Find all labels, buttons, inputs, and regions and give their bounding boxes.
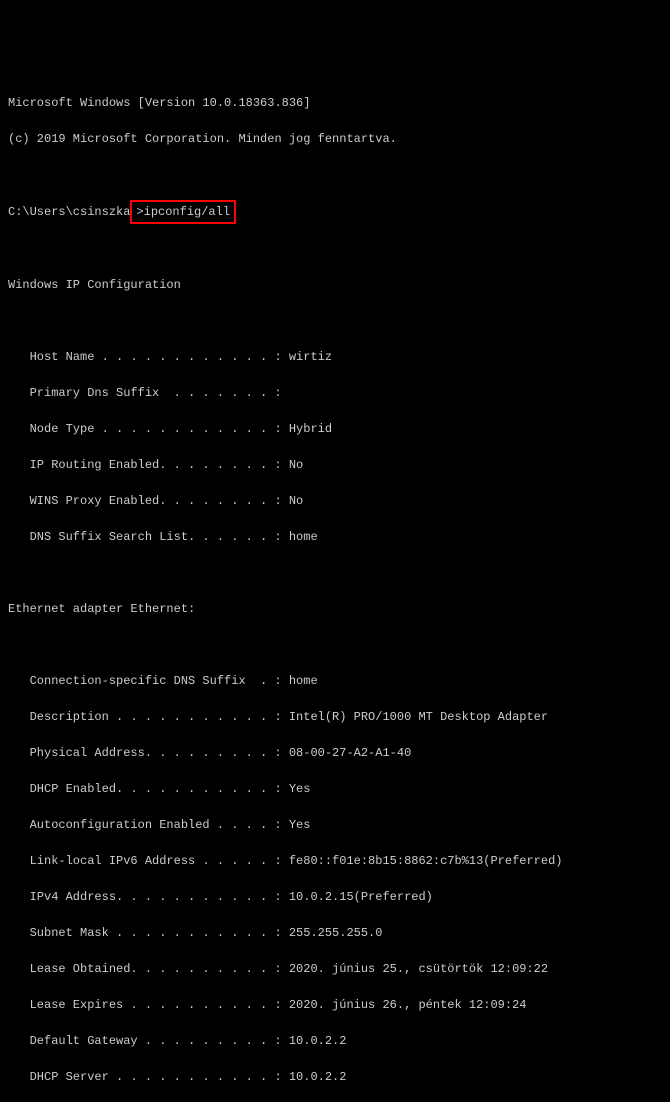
version-line: Microsoft Windows [Version 10.0.18363.83… bbox=[8, 94, 662, 112]
ipconfig-primary-dns-suffix: Primary Dns Suffix . . . . . . . : bbox=[8, 384, 662, 402]
eth-autoconfig-enabled: Autoconfiguration Enabled . . . . : Yes bbox=[8, 816, 662, 834]
ipconfig-dns-suffix-list: DNS Suffix Search List. . . . . . : home bbox=[8, 528, 662, 546]
eth-lease-expires: Lease Expires . . . . . . . . . . : 2020… bbox=[8, 996, 662, 1014]
copyright-line: (c) 2019 Microsoft Corporation. Minden j… bbox=[8, 130, 662, 148]
eth-description: Description . . . . . . . . . . . : Inte… bbox=[8, 708, 662, 726]
ipconfig-node-type: Node Type . . . . . . . . . . . . : Hybr… bbox=[8, 420, 662, 438]
eth-dhcp-server: DHCP Server . . . . . . . . . . . : 10.0… bbox=[8, 1068, 662, 1086]
ipconfig-host-name: Host Name . . . . . . . . . . . . : wirt… bbox=[8, 348, 662, 366]
eth-lease-obtained: Lease Obtained. . . . . . . . . . : 2020… bbox=[8, 960, 662, 978]
eth-link-local-ipv6: Link-local IPv6 Address . . . . . : fe80… bbox=[8, 852, 662, 870]
eth-dhcp-enabled: DHCP Enabled. . . . . . . . . . . : Yes bbox=[8, 780, 662, 798]
eth-ipv4-address: IPv4 Address. . . . . . . . . . . : 10.0… bbox=[8, 888, 662, 906]
eth-physical-address: Physical Address. . . . . . . . . : 08-0… bbox=[8, 744, 662, 762]
eth-conn-dns-suffix: Connection-specific DNS Suffix . : home bbox=[8, 672, 662, 690]
prompt-path: C:\Users\csinszka bbox=[8, 203, 130, 221]
ipconfig-ip-routing: IP Routing Enabled. . . . . . . . : No bbox=[8, 456, 662, 474]
terminal-output: Microsoft Windows [Version 10.0.18363.83… bbox=[8, 76, 662, 1102]
command-highlight: >ipconfig/all bbox=[130, 200, 236, 224]
section-header-ethernet: Ethernet adapter Ethernet: bbox=[8, 600, 662, 618]
eth-subnet-mask: Subnet Mask . . . . . . . . . . . : 255.… bbox=[8, 924, 662, 942]
ipconfig-wins-proxy: WINS Proxy Enabled. . . . . . . . : No bbox=[8, 492, 662, 510]
command-prompt-1: C:\Users\csinszka>ipconfig/all bbox=[8, 202, 662, 222]
section-header-ipconfig: Windows IP Configuration bbox=[8, 276, 662, 294]
eth-default-gateway: Default Gateway . . . . . . . . . : 10.0… bbox=[8, 1032, 662, 1050]
